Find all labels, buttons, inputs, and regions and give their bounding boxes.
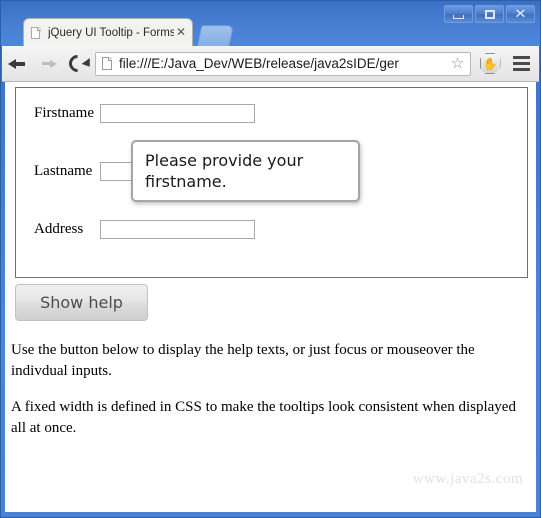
- form-row-firstname: Firstname: [16, 98, 527, 128]
- url-text: file:///E:/Java_Dev/WEB/release/java2sID…: [119, 56, 399, 71]
- browser-menu-button[interactable]: [506, 49, 536, 79]
- label-address: Address: [34, 220, 84, 237]
- tab-title: jQuery UI Tooltip - Forms: [48, 26, 174, 39]
- browser-toolbar: file:///E:/Java_Dev/WEB/release/java2sID…: [2, 46, 539, 82]
- hamburger-line: [512, 68, 530, 71]
- tooltip-firstname: Please provide your firstname.: [131, 140, 360, 202]
- address-bar[interactable]: file:///E:/Java_Dev/WEB/release/java2sID…: [95, 51, 471, 76]
- input-address[interactable]: [100, 219, 255, 239]
- label-firstname: Firstname: [34, 104, 94, 121]
- tab-close-icon[interactable]: ✕: [174, 25, 188, 40]
- form-fieldset: Firstname Lastname Address Please provid…: [15, 87, 528, 278]
- tab-jquery-ui-tooltip-forms[interactable]: jQuery UI Tooltip - Forms ✕: [23, 18, 193, 46]
- arrow-left-icon: [7, 56, 27, 72]
- description-paragraph-2: A fixed width is defined in CSS to make …: [11, 399, 516, 436]
- back-button[interactable]: [2, 49, 32, 79]
- hamburger-line: [512, 56, 530, 59]
- input-firstname[interactable]: [100, 103, 255, 123]
- reload-button[interactable]: [62, 49, 92, 79]
- hand-stop-icon: ✋: [479, 53, 501, 74]
- description-paragraph-1: Use the button below to display the help…: [11, 342, 475, 379]
- reload-icon: [64, 51, 90, 76]
- browser-window: ✕ jQuery UI Tooltip - Forms ✕ file:///E:…: [0, 0, 541, 518]
- bookmark-star-icon[interactable]: ☆: [449, 55, 466, 72]
- arrow-right-icon: [38, 56, 57, 72]
- hamburger-line: [512, 62, 530, 65]
- extension-button[interactable]: ✋: [474, 49, 506, 79]
- show-help-button[interactable]: Show help: [15, 284, 148, 321]
- new-tab-button[interactable]: [196, 25, 235, 46]
- forward-button: [32, 49, 62, 79]
- label-lastname: Lastname: [34, 162, 93, 179]
- page-document-icon: [102, 56, 113, 71]
- tab-strip: jQuery UI Tooltip - Forms ✕: [1, 18, 540, 46]
- site-watermark: www.java2s.com: [412, 471, 523, 487]
- form-row-address: Address: [16, 214, 527, 244]
- page-icon: [31, 26, 43, 40]
- page-viewport: Firstname Lastname Address Please provid…: [5, 82, 536, 512]
